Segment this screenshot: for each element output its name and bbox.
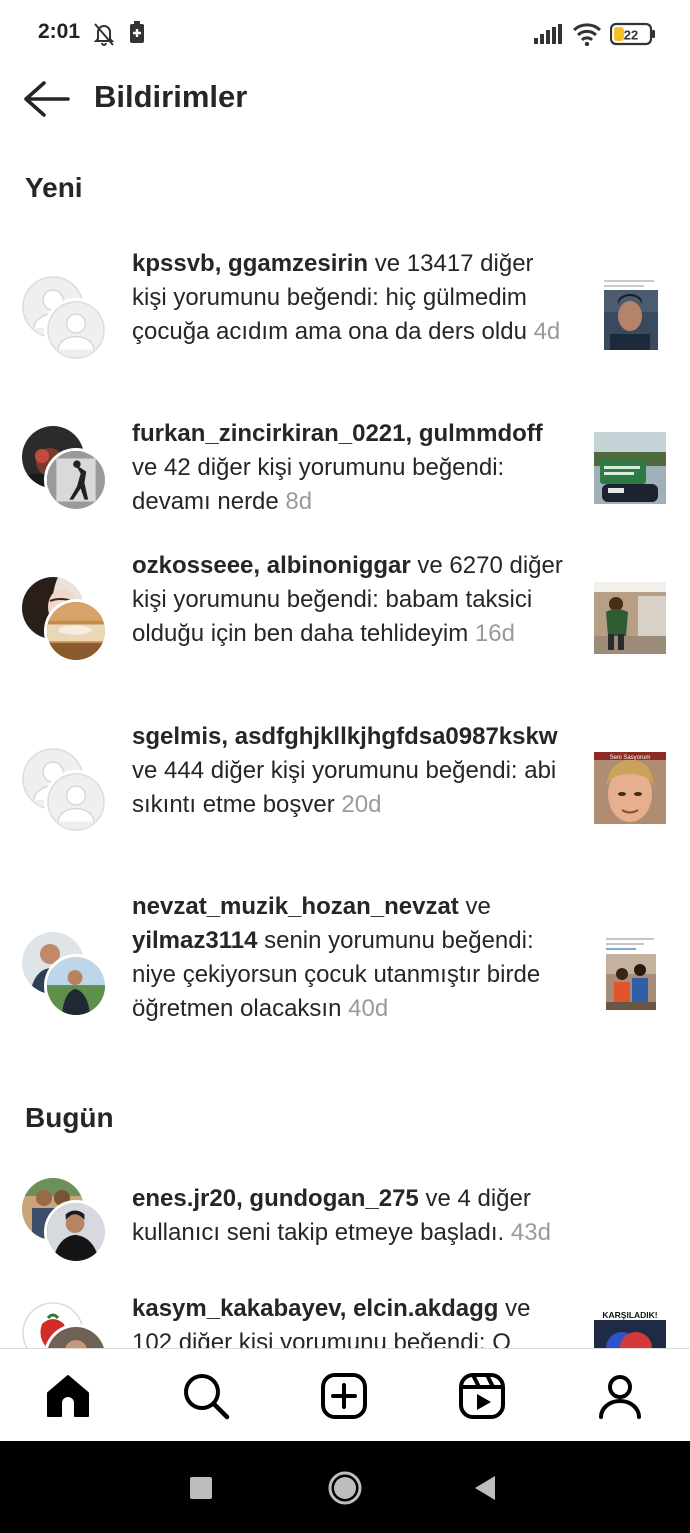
notification-users[interactable]: enes.jr20, gundogan_275: [132, 1185, 419, 1212]
square-icon: [190, 1477, 212, 1499]
notification-text: kpssvb, ggamzesirin ve 13417 diğer kişi …: [132, 247, 572, 349]
notification-item[interactable]: furkan_zincirkiran_0221, gulmmdoff ve 42…: [0, 416, 690, 536]
battery-level: 22: [624, 28, 638, 43]
section-heading-new: Yeni: [25, 172, 83, 203]
notification-item[interactable]: kpssvb, ggamzesirin ve 13417 diğer kişi …: [0, 246, 690, 396]
notification-message: ve: [458, 893, 491, 920]
notification-users[interactable]: furkan_zincirkiran_0221, gulmmdoff: [132, 420, 543, 447]
back-button-system[interactable]: [473, 1475, 497, 1501]
notification-users[interactable]: sgelmis, asdfghjkllkjhgfdsa0987kskw: [132, 723, 558, 750]
status-time: 2:01: [38, 20, 81, 43]
nav-reels[interactable]: [457, 1371, 507, 1421]
avatar-stack[interactable]: [22, 276, 108, 362]
avatar: [44, 298, 108, 362]
notification-time: 20d: [341, 791, 382, 818]
post-thumbnail[interactable]: [602, 276, 658, 354]
section-heading-today: Bugün: [25, 1102, 114, 1133]
thumbnail-caption: KARŞILADIK!: [602, 1310, 657, 1320]
wifi-icon: [572, 22, 602, 47]
bottom-navigation: [0, 1348, 690, 1441]
circle-icon: [327, 1470, 363, 1506]
avatar-stack[interactable]: [22, 932, 108, 1018]
triangle-back-icon: [473, 1475, 497, 1501]
search-icon: [181, 1371, 231, 1421]
notification-text: nevzat_muzik_hozan_nevzat ve yilmaz3114 …: [132, 890, 572, 1026]
avatar-stack[interactable]: [22, 1178, 108, 1264]
notification-users[interactable]: kpssvb, ggamzesirin: [132, 250, 368, 277]
notification-users[interactable]: nevzat_muzik_hozan_nevzat: [132, 893, 459, 920]
home-icon: [43, 1371, 93, 1421]
notification-users[interactable]: kasym_kakabayev, elcin.akdagg: [132, 1295, 498, 1322]
post-thumbnail[interactable]: KARŞILADIK!: [594, 1308, 666, 1348]
notification-item[interactable]: enes.jr20, gundogan_275 ve 4 diğer kulla…: [0, 1178, 690, 1282]
notification-users[interactable]: ozkosseee, albinoniggar: [132, 552, 411, 579]
recents-button[interactable]: [190, 1477, 212, 1499]
avatar: [44, 1200, 108, 1264]
avatar: [44, 599, 108, 663]
nav-profile[interactable]: [595, 1371, 645, 1421]
notification-text: ozkosseee, albinoniggar ve 6270 diğer ki…: [132, 549, 572, 651]
notification-item[interactable]: ozkosseee, albinoniggar ve 6270 diğer ki…: [0, 552, 690, 702]
notifications-list[interactable]: Yeni kpssvb, ggamzesirin ve 13417 diğer …: [0, 150, 690, 1348]
nav-new-post[interactable]: [319, 1371, 369, 1421]
system-navigation-bar: [0, 1441, 690, 1533]
notification-time: 4d: [533, 318, 561, 345]
notification-time: 40d: [348, 995, 389, 1022]
notification-text: kasym_kakabayev, elcin.akdagg ve 102 diğ…: [132, 1292, 572, 1348]
reels-icon: [457, 1371, 507, 1421]
nav-home[interactable]: [43, 1371, 93, 1421]
profile-icon: [595, 1371, 645, 1421]
header: Bildirimler: [0, 68, 690, 130]
notification-users[interactable]: yilmaz3114: [132, 927, 257, 954]
notification-item[interactable]: kasym_kakabayev, elcin.akdagg ve 102 diğ…: [0, 1290, 690, 1348]
avatar: [44, 448, 108, 512]
battery-icon: 22: [609, 22, 656, 46]
notification-text: sgelmis, asdfghjkllkjhgfdsa0987kskw ve 4…: [132, 720, 572, 822]
avatar: [44, 954, 108, 1018]
signal-icon: [534, 24, 564, 44]
notification-time: 8d: [285, 488, 313, 515]
back-button[interactable]: [20, 78, 72, 120]
notification-message: ve 42 diğer kişi yorumunu beğendi: devam…: [132, 454, 505, 515]
post-thumbnail[interactable]: [604, 936, 658, 1012]
avatar-stack[interactable]: [22, 577, 108, 663]
notification-item[interactable]: nevzat_muzik_hozan_nevzat ve yilmaz3114 …: [0, 890, 690, 1070]
post-thumbnail[interactable]: Seni Sasyorum: [594, 752, 666, 824]
notification-text: furkan_zincirkiran_0221, gulmmdoff ve 42…: [132, 417, 572, 519]
post-thumbnail[interactable]: [594, 582, 666, 654]
post-thumbnail[interactable]: [594, 432, 666, 504]
notification-text: enes.jr20, gundogan_275 ve 4 diğer kulla…: [132, 1182, 572, 1250]
avatar-stack[interactable]: [22, 1302, 108, 1348]
arrow-left-icon: [20, 78, 72, 120]
new-post-icon: [319, 1371, 369, 1421]
nav-search[interactable]: [181, 1371, 231, 1421]
avatar-stack[interactable]: [22, 426, 108, 512]
notification-item[interactable]: sgelmis, asdfghjkllkjhgfdsa0987kskw ve 4…: [0, 722, 690, 872]
home-button[interactable]: [327, 1470, 363, 1506]
notification-time: 43d: [510, 1219, 551, 1246]
battery-saver-icon: [128, 21, 146, 45]
status-bar: 2:01 22: [0, 0, 690, 68]
page-title: Bildirimler: [94, 79, 248, 114]
notification-time: 16d: [474, 620, 515, 647]
avatar: [44, 770, 108, 834]
bell-off-icon: [92, 21, 116, 47]
avatar-stack[interactable]: [22, 748, 108, 834]
